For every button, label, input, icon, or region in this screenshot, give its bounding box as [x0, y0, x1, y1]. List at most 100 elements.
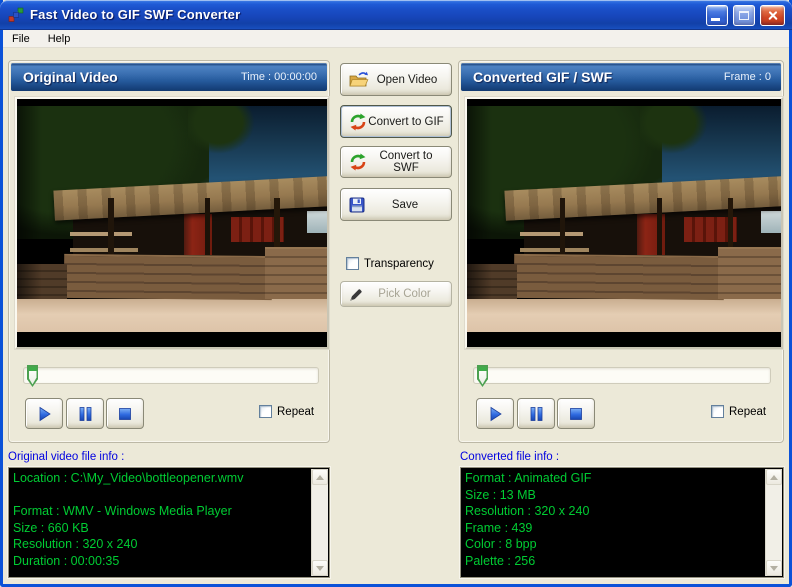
scene-fence: [63, 254, 272, 301]
scene-sand: [467, 298, 781, 334]
info-line: Palette : 256: [465, 553, 536, 568]
eyedropper-icon: [349, 287, 364, 302]
pick-color-label: Pick Color: [378, 288, 431, 300]
slider-thumb-face: [28, 366, 37, 385]
save-button[interactable]: Save: [340, 188, 452, 221]
seek-slider[interactable]: [473, 365, 771, 387]
menu-file[interactable]: File: [3, 31, 39, 47]
scene-fence: [265, 246, 327, 299]
chevron-up-icon: [316, 474, 324, 480]
scrollbar-track[interactable]: [766, 485, 782, 560]
repeat-checkbox[interactable]: [259, 405, 272, 418]
scene-letterbox-bottom: [467, 332, 781, 347]
convert-to-swf-button[interactable]: Convert to SWF: [340, 146, 452, 178]
repeat-checkbox[interactable]: [711, 405, 724, 418]
pick-color-button[interactable]: Pick Color: [340, 281, 452, 307]
play-button[interactable]: [476, 398, 514, 429]
scrollbar[interactable]: [311, 469, 328, 576]
close-icon: [766, 9, 779, 22]
slider-thumb-face: [478, 366, 487, 385]
scene-fence: [718, 246, 781, 299]
original-info-text: Location : C:\My_Video\bottleopener.wmv …: [13, 470, 309, 575]
stop-icon: [119, 407, 131, 420]
scene-vignette: [467, 105, 493, 299]
pause-button[interactable]: [517, 398, 555, 429]
info-line: Format : WMV - Windows Media Player: [13, 504, 232, 518]
scene-shelf: [520, 247, 590, 252]
info-line: Resolution : 320 x 240: [13, 537, 138, 551]
chevron-up-icon: [770, 474, 778, 480]
minimize-button[interactable]: [706, 5, 728, 26]
scene-trees: [187, 105, 256, 155]
time-counter: Time : 00:00:00: [240, 71, 317, 83]
converted-info-box: Format : Animated GIF Size : 13 MB Resolut…: [460, 467, 784, 578]
converted-info-text: Format : Animated GIF Size : 13 MB Resolut…: [465, 470, 763, 575]
scene-post: [204, 198, 210, 261]
title-bar: Fast Video to GIF SWF Converter: [0, 0, 792, 30]
scene-shelf: [520, 231, 584, 236]
scene-letterbox-top: [467, 99, 781, 107]
play-button[interactable]: [25, 398, 63, 429]
transparency-label: Transparency: [364, 257, 434, 270]
converted-info-label: Converted file info :: [460, 451, 560, 463]
scene-post: [656, 198, 662, 261]
scene-light-patch: [306, 210, 327, 233]
scene-post: [108, 198, 115, 261]
original-info-label: Original video file info :: [8, 451, 125, 463]
scroll-down-button[interactable]: [766, 560, 782, 576]
scroll-down-button[interactable]: [312, 560, 328, 576]
original-video-panel: Original Video Time : 00:00:00 Repeat: [8, 60, 330, 443]
pause-icon: [530, 406, 542, 421]
play-icon: [490, 406, 502, 421]
info-line: Duration : 00:00:35: [13, 553, 120, 568]
scene-post: [559, 198, 566, 261]
original-video-header: Original Video Time : 00:00:00: [11, 63, 327, 91]
scroll-up-button[interactable]: [766, 469, 782, 485]
maximize-button[interactable]: [733, 5, 755, 26]
original-video-preview: [15, 97, 329, 349]
info-line: Size : 13 MB: [465, 487, 536, 502]
frame-counter: Frame : 0: [723, 71, 771, 83]
slider-thumb[interactable]: [27, 365, 38, 387]
menu-bar: File Help: [3, 30, 789, 48]
slider-thumb[interactable]: [477, 365, 488, 387]
transparency-checkbox[interactable]: [346, 257, 359, 270]
converted-panel: Converted GIF / SWF Frame : 0 Repeat: [458, 60, 784, 443]
stop-button[interactable]: [557, 398, 595, 429]
close-button[interactable]: [760, 5, 785, 26]
pause-button[interactable]: [66, 398, 104, 429]
repeat-label: Repeat: [277, 405, 315, 418]
scrollbar-track[interactable]: [312, 485, 328, 560]
seek-slider[interactable]: [23, 365, 319, 387]
scene-shelf: [69, 247, 138, 252]
open-video-label: Open Video: [376, 73, 438, 86]
original-info-box: Location : C:\My_Video\bottleopener.wmv …: [8, 467, 330, 578]
scroll-up-button[interactable]: [312, 469, 328, 485]
convert-to-swf-label: Convert to SWF: [379, 150, 433, 174]
chevron-down-icon: [316, 565, 324, 571]
pause-icon: [79, 406, 91, 421]
scene-trees: [639, 105, 709, 155]
scrollbar[interactable]: [765, 469, 782, 576]
stop-icon: [570, 407, 582, 420]
info-line: Format : Animated GIF: [465, 471, 592, 485]
panel-title: Converted GIF / SWF: [473, 69, 613, 85]
info-line: Color : 8 bpp: [465, 537, 537, 551]
convert-arrows-icon: [349, 113, 367, 131]
stop-button[interactable]: [106, 398, 144, 429]
minimize-icon: [711, 18, 720, 21]
info-line: [13, 487, 309, 504]
save-floppy-icon: [349, 197, 365, 213]
chevron-down-icon: [770, 565, 778, 571]
window-title: Fast Video to GIF SWF Converter: [30, 7, 241, 22]
scene-fence: [513, 254, 725, 301]
open-video-button[interactable]: Open Video: [340, 63, 452, 96]
convert-arrows-icon: [349, 153, 367, 171]
menu-help[interactable]: Help: [39, 31, 80, 47]
open-folder-icon: [349, 71, 369, 88]
convert-to-gif-button[interactable]: Convert to GIF: [340, 105, 452, 138]
repeat-checkbox-row: Repeat: [259, 405, 314, 418]
scene-light-patch: [760, 210, 781, 233]
play-icon: [39, 406, 51, 421]
video-scene: [467, 99, 781, 347]
